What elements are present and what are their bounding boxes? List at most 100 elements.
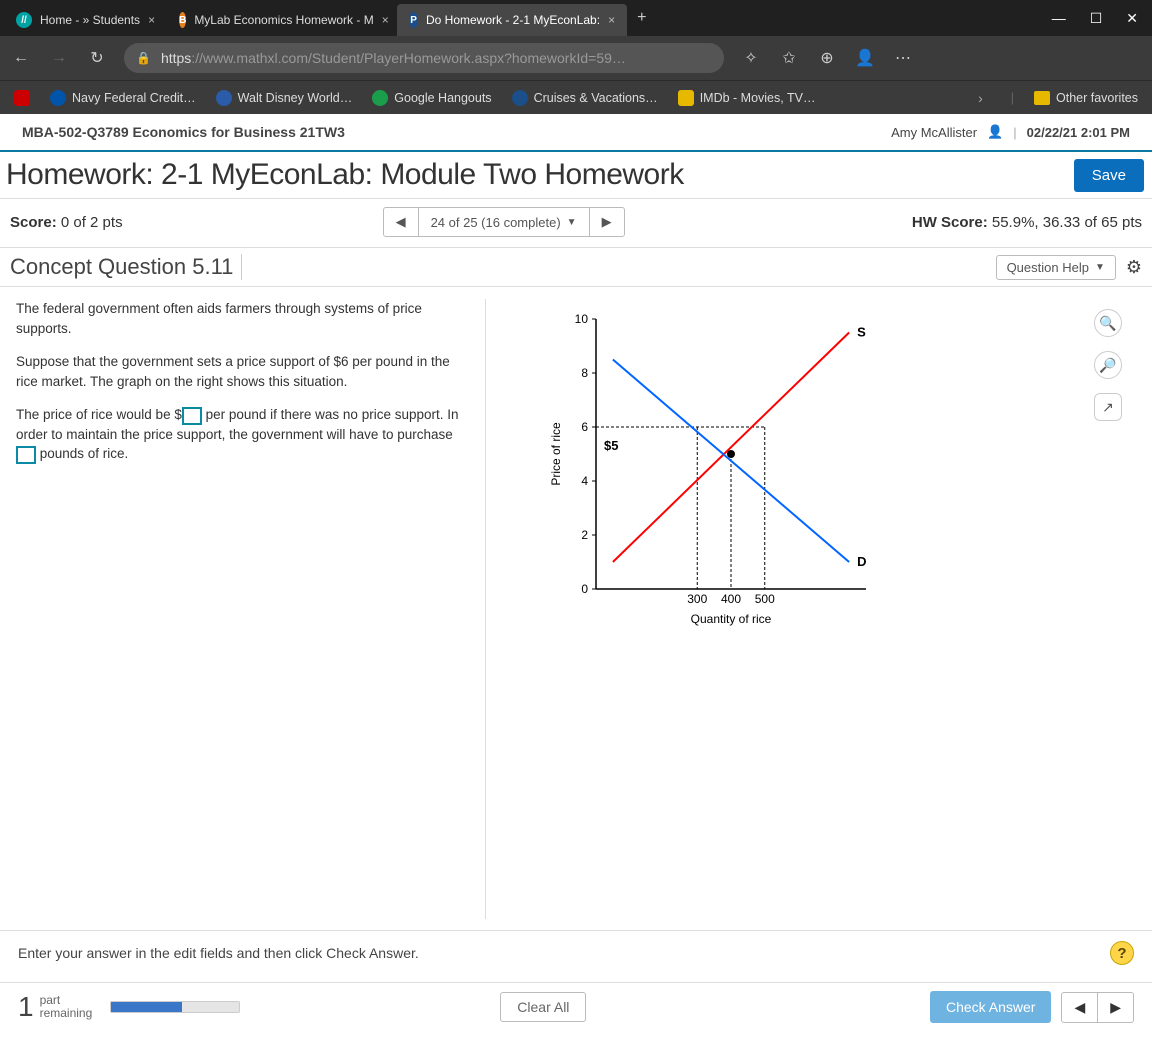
check-answer-button[interactable]: Check Answer [930,991,1051,1023]
svg-text:8: 8 [581,366,588,380]
concept-row: Concept Question 5.11 Question Help▼ ⚙ [0,248,1152,287]
bookmark-item[interactable]: Google Hangouts [372,90,491,106]
hw-score-label: HW Score: [912,214,988,231]
close-window-icon[interactable]: ✕ [1126,10,1138,27]
minimize-icon[interactable]: — [1052,10,1066,27]
bookmark-item[interactable]: Walt Disney World… [216,90,353,106]
concept-title: Concept Question 5.11 [10,254,242,280]
pager-dropdown[interactable]: 24 of 25 (16 complete) ▼ [418,208,590,236]
course-name: MBA-502-Q3789 Economics for Business 21T… [22,124,345,140]
bookmarks-bar: Navy Federal Credit… Walt Disney World… … [0,80,1152,114]
page-content: MBA-502-Q3789 Economics for Business 21T… [0,114,1152,919]
refresh-icon[interactable]: ↻ [86,48,108,68]
url-input[interactable]: 🔒 https://www.mathxl.com/Student/PlayerH… [124,43,724,73]
svg-text:4: 4 [581,474,588,488]
collections-icon[interactable]: ⊕ [816,48,838,68]
zoom-in-icon[interactable]: 🔍 [1094,309,1122,337]
close-icon[interactable]: × [608,13,615,27]
score-row: Score: 0 of 2 pts ◀ 24 of 25 (16 complet… [0,199,1152,248]
chart-panel: 🔍 🔎 ↗ 0246810300400500SD$5Quantity of ri… [486,299,1136,919]
browser-tab-active[interactable]: P Do Homework - 2-1 MyEconLab: × [397,4,627,36]
favicon: // [16,12,32,28]
profile-icon[interactable]: 👤 [854,48,876,68]
svg-text:0: 0 [581,582,588,596]
svg-text:10: 10 [575,312,589,326]
homework-title-row: Homework: 2-1 MyEconLab: Module Two Home… [0,152,1152,199]
svg-text:$5: $5 [604,438,618,453]
bookmark-item[interactable]: Navy Federal Credit… [50,90,196,106]
tab-label: Home - » Students [40,13,140,27]
prev-question-button[interactable]: ◀ [384,208,418,236]
user-name: Amy McAllister [891,125,977,140]
new-tab-button[interactable]: + [627,9,656,27]
next-question-button[interactable]: ▶ [590,208,624,236]
window-controls: — ☐ ✕ [1038,10,1152,27]
back-icon[interactable]: ← [10,49,32,67]
gear-icon[interactable]: ⚙ [1126,257,1142,278]
help-icon[interactable]: ? [1110,941,1134,965]
question-paragraph-fillin: The price of rice would be $ per pound i… [16,405,475,464]
answer-input-quantity[interactable] [16,446,36,464]
favicon: B [179,12,186,28]
zoom-out-icon[interactable]: 🔎 [1094,351,1122,379]
question-paragraph: The federal government often aids farmer… [16,299,475,338]
bookmarks-more-icon[interactable]: › [970,90,991,106]
more-icon[interactable]: ⋯ [892,48,914,68]
svg-text:S: S [857,325,866,340]
bookmark-item[interactable]: Cruises & Vacations… [512,90,658,106]
score-label: Score: [10,214,57,231]
page-title: Homework: 2-1 MyEconLab: Module Two Home… [6,158,684,192]
favicon: P [409,12,418,28]
course-bar: MBA-502-Q3789 Economics for Business 21T… [0,114,1152,152]
lock-icon: 🔒 [136,51,151,65]
url-text: https://www.mathxl.com/Student/PlayerHom… [161,50,626,66]
chart-tools: 🔍 🔎 ↗ [1094,309,1122,421]
next-part-button[interactable]: ▶ [1098,993,1133,1022]
footer-row: 1 partremaining Clear All Check Answer ◀… [0,982,1152,1031]
user-icon[interactable]: 👤 [987,124,1003,140]
svg-text:Quantity of rice: Quantity of rice [691,612,772,626]
maximize-icon[interactable]: ☐ [1090,10,1103,27]
tracking-icon[interactable]: ✧ [740,48,762,68]
supply-demand-chart: 0246810300400500SD$5Quantity of ricePric… [546,309,886,629]
browser-tab[interactable]: // Home - » Students × [4,4,167,36]
parts-remaining-label: partremaining [40,994,93,1020]
browser-tab[interactable]: B MyLab Economics Homework - M × [167,4,397,36]
svg-text:2: 2 [581,528,588,542]
svg-text:400: 400 [721,592,741,606]
tab-label: Do Homework - 2-1 MyEconLab: [426,13,600,27]
hw-score-value: 55.9%, 36.33 of 65 pts [992,214,1142,231]
svg-text:500: 500 [755,592,775,606]
forward-icon[interactable]: → [48,49,70,67]
favorite-icon[interactable]: ✩ [778,48,800,68]
parts-remaining-number: 1 [18,991,34,1023]
folder-icon [1034,91,1050,105]
svg-text:300: 300 [687,592,707,606]
question-text-panel: The federal government often aids farmer… [16,299,486,919]
browser-tabs: // Home - » Students × B MyLab Economics… [0,0,656,36]
instruction-row: Enter your answer in the edit fields and… [0,930,1152,975]
answer-nav: ◀ ▶ [1061,992,1134,1023]
close-icon[interactable]: × [148,13,155,27]
bookmark-youtube[interactable] [14,90,30,106]
prev-part-button[interactable]: ◀ [1062,993,1098,1022]
svg-text:6: 6 [581,420,588,434]
answer-input-price[interactable] [182,407,202,425]
tab-label: MyLab Economics Homework - M [194,13,373,27]
progress-bar [110,1001,240,1013]
question-help-dropdown[interactable]: Question Help▼ [996,255,1116,280]
save-button[interactable]: Save [1074,159,1144,192]
question-paragraph: Suppose that the government sets a price… [16,352,475,391]
browser-chrome: // Home - » Students × B MyLab Economics… [0,0,1152,114]
question-body: The federal government often aids farmer… [0,287,1152,919]
close-icon[interactable]: × [382,13,389,27]
other-favorites[interactable]: Other favorites [1034,91,1138,105]
score-value: 0 of 2 pts [61,214,123,231]
address-bar: ← → ↻ 🔒 https://www.mathxl.com/Student/P… [0,36,1152,80]
svg-text:Price of rice: Price of rice [549,422,563,486]
popout-icon[interactable]: ↗ [1094,393,1122,421]
bookmark-item[interactable]: IMDb - Movies, TV… [678,90,816,106]
datetime: 02/22/21 2:01 PM [1027,125,1130,140]
clear-all-button[interactable]: Clear All [500,992,586,1022]
window-titlebar: // Home - » Students × B MyLab Economics… [0,0,1152,36]
